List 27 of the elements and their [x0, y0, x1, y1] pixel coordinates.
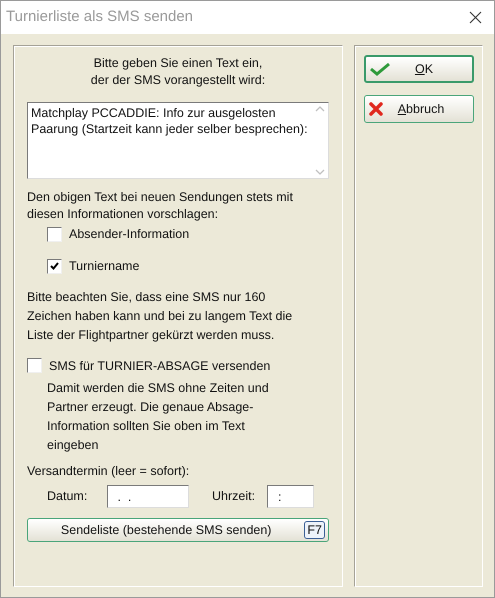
send-list-button[interactable]: Sendeliste (bestehende SMS senden) F7: [27, 518, 329, 542]
time-field[interactable]: :: [267, 485, 314, 508]
schedule-label: Versandtermin (leer = sofort):: [27, 463, 190, 480]
date-field[interactable]: . .: [107, 485, 189, 508]
checkbox[interactable]: [27, 358, 42, 374]
check-icon: [50, 262, 59, 270]
checkbox-row[interactable]: SMS für TURNIER-ABSAGE versenden: [27, 356, 329, 376]
intro-text: Bitte geben Sie einen Text ein, der der SMS vorangestellt wird:: [90, 55, 266, 89]
date-label: Datum:: [47, 488, 88, 506]
checkbox-label: Absender-Information: [69, 226, 190, 243]
window-title: Turnierliste als SMS senden: [6, 7, 194, 28]
checkbox[interactable]: [47, 258, 62, 274]
length-note: Bitte beachten Sie, dass eine SMS nur 160 Zeichen haben kann und bei zu langem Text die Liste der Flightpartner gekürzt werden muss.: [27, 288, 294, 344]
shortcut-key: F7: [304, 521, 325, 539]
checkbox-row[interactable]: Turniername: [47, 256, 329, 276]
checkbox-label: Turniername: [69, 258, 140, 275]
checkmark-icon: [370, 62, 390, 76]
checkbox-label: SMS für TURNIER-ABSAGE versenden: [49, 358, 270, 374]
close-icon[interactable]: [469, 11, 482, 24]
close-icon: [369, 102, 383, 116]
cancel-note: Damit werden die SMS ohne Zeiten und Partner erzeugt. Die genaue Absage-Information sollten Sie oben im Text eingeben: [46, 380, 270, 454]
time-label: Uhrzeit:: [212, 488, 256, 506]
ok-button[interactable]: OK: [364, 55, 474, 83]
cancel-button[interactable]: Abbruch: [364, 95, 474, 123]
checkbox[interactable]: [47, 226, 62, 242]
suggest-text: Den obigen Text bei neuen Sendungen stets mit diesen Informationen vorschlagen:: [27, 189, 294, 223]
checkbox-row[interactable]: Absender-Information: [47, 225, 329, 244]
